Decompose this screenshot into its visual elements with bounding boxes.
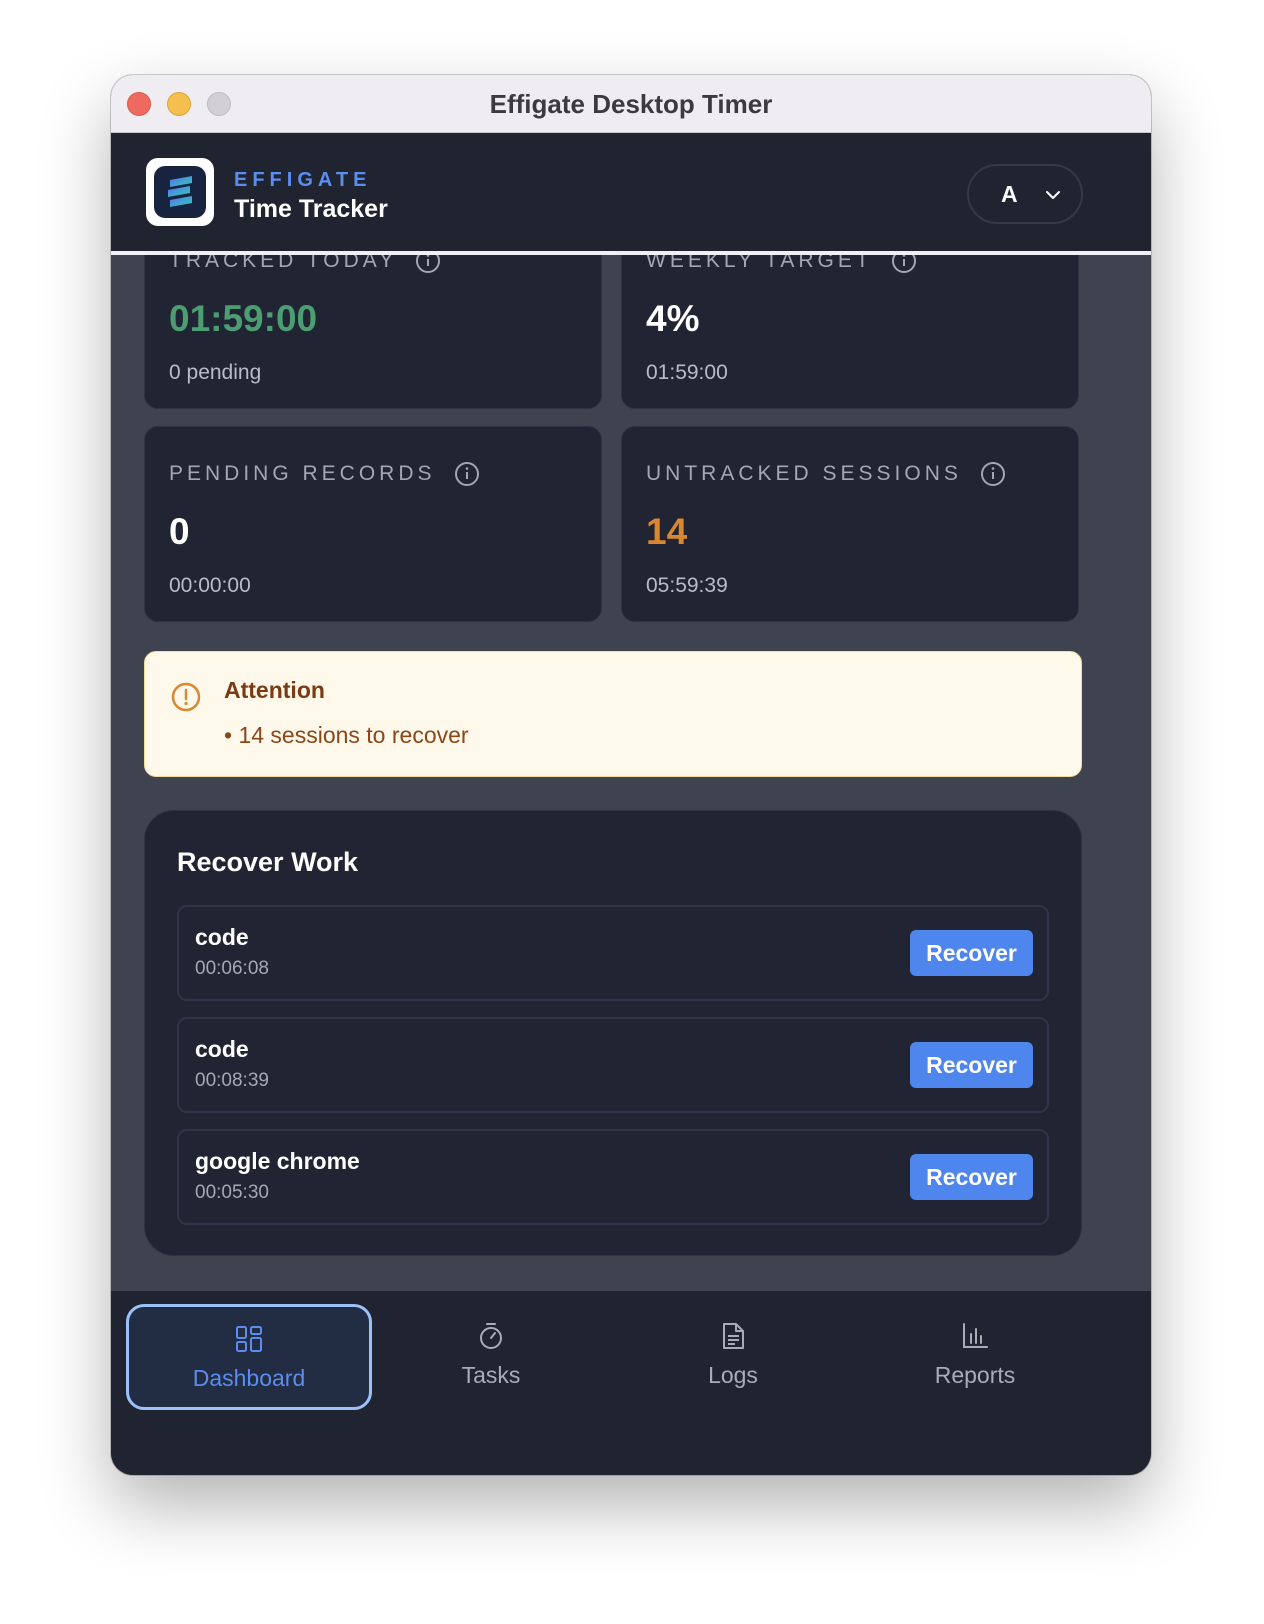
recover-item-name: code xyxy=(195,1036,249,1062)
stat-label: WEEKLY TARGET xyxy=(646,255,873,272)
stat-card-tracked-today: TRACKED TODAY 01:59:00 0 pending xyxy=(144,255,602,409)
stat-value: 01:59:00 xyxy=(169,298,318,339)
stat-label: PENDING RECORDS xyxy=(169,462,436,485)
stat-label: UNTRACKED SESSIONS xyxy=(646,462,962,485)
nav-label: Dashboard xyxy=(192,1365,306,1391)
recover-item: code 00:06:08 Recover xyxy=(177,905,1049,1001)
bottom-navigation: Dashboard Tasks Logs Reports xyxy=(111,1291,1151,1475)
bar-chart-icon xyxy=(963,1323,988,1348)
stat-card-weekly-target: WEEKLY TARGET 4% 01:59:00 xyxy=(621,255,1079,409)
app-window: Effigate Desktop Timer EFFIGATE Time Tra… xyxy=(111,75,1151,1475)
stat-value: 4% xyxy=(646,298,700,339)
recover-item-name: google chrome xyxy=(195,1148,360,1174)
app-header: EFFIGATE Time Tracker A xyxy=(111,133,1151,251)
info-icon[interactable] xyxy=(980,461,1006,487)
attention-alert: Attention • 14 sessions to recover xyxy=(144,651,1082,777)
nav-label: Tasks xyxy=(461,1362,521,1388)
recover-button[interactable]: Recover xyxy=(910,930,1033,976)
recover-item: google chrome 00:05:30 Recover xyxy=(177,1129,1049,1225)
stat-subtext: 05:59:39 xyxy=(646,574,728,597)
recover-item-duration: 00:08:39 xyxy=(195,1070,269,1091)
recover-item-duration: 00:05:30 xyxy=(195,1182,269,1203)
info-icon[interactable] xyxy=(454,461,480,487)
avatar-initial: A xyxy=(1001,181,1018,207)
recover-item: code 00:08:39 Recover xyxy=(177,1017,1049,1113)
recover-work-panel: Recover Work code 00:06:08 Recover code … xyxy=(144,810,1082,1256)
stat-card-untracked-sessions: UNTRACKED SESSIONS 14 05:59:39 xyxy=(621,426,1079,622)
brand-name: EFFIGATE xyxy=(234,169,372,191)
stat-card-pending-records: PENDING RECORDS 0 00:00:00 xyxy=(144,426,602,622)
dashboard-icon xyxy=(236,1326,262,1352)
recover-item-name: code xyxy=(195,924,249,950)
alert-circle-icon xyxy=(171,682,201,712)
nav-label: Reports xyxy=(934,1362,1016,1388)
app-subtitle: Time Tracker xyxy=(234,195,388,223)
nav-item-tasks[interactable]: Tasks xyxy=(368,1304,614,1410)
attention-title: Attention xyxy=(224,677,325,703)
stat-subtext: 00:00:00 xyxy=(169,574,251,597)
nav-item-dashboard[interactable]: Dashboard xyxy=(126,1304,372,1410)
account-menu-button[interactable]: A xyxy=(967,164,1083,224)
info-icon[interactable] xyxy=(891,255,917,274)
app-logo xyxy=(146,158,214,226)
stat-value: 14 xyxy=(646,511,688,552)
chevron-down-icon xyxy=(1046,191,1060,199)
info-icon[interactable] xyxy=(415,255,441,274)
nav-item-reports[interactable]: Reports xyxy=(852,1304,1098,1410)
stopwatch-icon xyxy=(480,1323,502,1349)
dashboard-content[interactable]: TRACKED TODAY 01:59:00 0 pending WEEKLY … xyxy=(111,255,1151,1291)
stat-value: 0 xyxy=(169,511,190,552)
window-title: Effigate Desktop Timer xyxy=(489,89,773,119)
stat-label: TRACKED TODAY xyxy=(169,255,398,272)
nav-item-logs[interactable]: Logs xyxy=(610,1304,856,1410)
window-titlebar: Effigate Desktop Timer xyxy=(111,75,1151,133)
attention-item: • 14 sessions to recover xyxy=(224,722,469,748)
document-icon xyxy=(723,1323,744,1349)
nav-label: Logs xyxy=(708,1362,758,1388)
recover-button[interactable]: Recover xyxy=(910,1042,1033,1088)
recover-button[interactable]: Recover xyxy=(910,1154,1033,1200)
stat-subtext: 0 pending xyxy=(169,361,262,384)
stat-subtext: 01:59:00 xyxy=(646,361,728,384)
recover-work-title: Recover Work xyxy=(177,847,359,877)
recover-item-duration: 00:06:08 xyxy=(195,958,269,979)
effigate-logo-icon xyxy=(168,176,192,207)
